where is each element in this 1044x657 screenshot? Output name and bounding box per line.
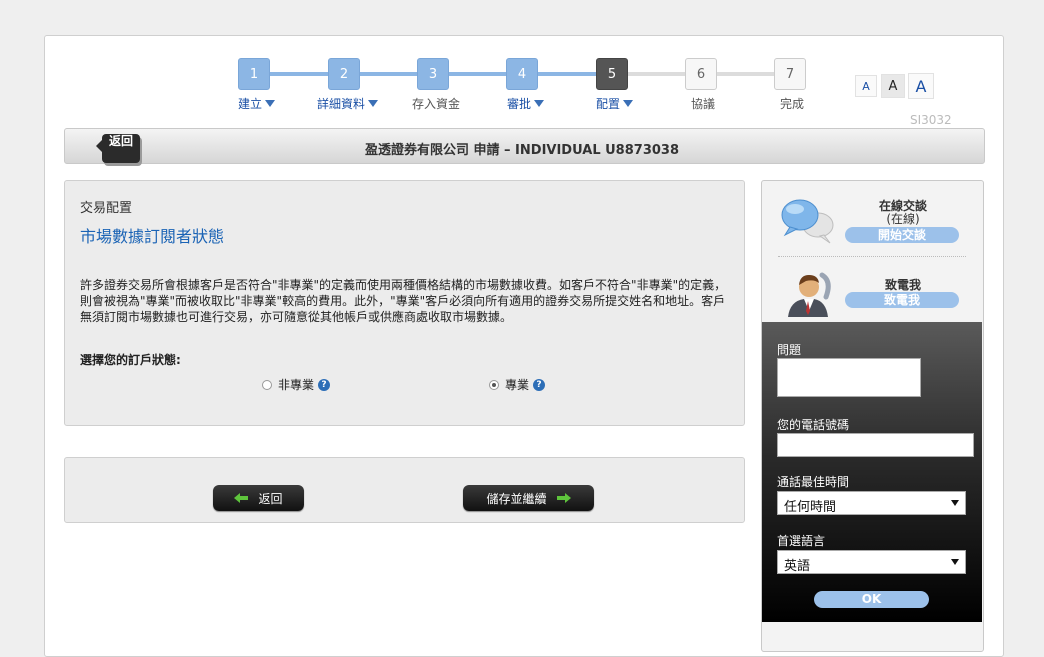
language-select-value: 英語 xyxy=(784,559,811,574)
font-size-small-button[interactable]: A xyxy=(855,75,877,97)
step-1-link[interactable]: 建立 xyxy=(238,95,276,112)
section-title: 市場數據訂閱者狀態 xyxy=(80,227,225,246)
step-4-label: 審批 xyxy=(507,97,532,111)
chevron-down-icon xyxy=(368,100,379,107)
time-select[interactable]: 任何時間 xyxy=(777,491,966,515)
description-text: 許多證券交易所會根據客戶是否符合"非專業"的定義而使用兩種價格結構的市場數據收費… xyxy=(80,278,727,324)
help-icon[interactable]: ? xyxy=(318,378,331,391)
option-professional[interactable]: 專業 ? xyxy=(489,376,546,393)
ok-button[interactable]: OK xyxy=(814,591,929,608)
choose-status-label: 選擇您的訂戶狀態: xyxy=(80,353,181,367)
step-7-label: 完成 xyxy=(780,97,805,111)
back-button-label: 返回 xyxy=(258,491,283,506)
question-label: 問題 xyxy=(777,343,802,357)
page-code: SI3032 xyxy=(910,113,952,127)
actions-box xyxy=(64,457,745,523)
step-5-link[interactable]: 配置 xyxy=(596,95,634,112)
step-1-label: 建立 xyxy=(238,97,263,111)
chevron-down-icon xyxy=(265,100,276,107)
sidebar-divider xyxy=(778,256,966,257)
step-6-box: 6 xyxy=(685,58,717,90)
step-3-label: 存入資金 xyxy=(412,97,461,111)
language-select[interactable]: 英語 xyxy=(777,550,966,574)
chevron-down-icon xyxy=(534,100,545,107)
step-5-label: 配置 xyxy=(596,97,621,111)
time-select-value: 任何時間 xyxy=(784,500,837,515)
dropdown-arrow-icon xyxy=(951,559,959,565)
chat-status: (在線) xyxy=(886,212,920,226)
option-label: 非專業 xyxy=(278,378,315,392)
start-chat-button[interactable]: 開始交談 xyxy=(845,227,959,243)
step-4-box[interactable]: 4 xyxy=(506,58,538,90)
step-2-label: 詳細資料 xyxy=(317,97,366,111)
step-2-link[interactable]: 詳細資料 xyxy=(317,95,379,112)
step-5-box[interactable]: 5 xyxy=(596,58,628,90)
step-7-box: 7 xyxy=(774,58,806,90)
help-icon[interactable]: ? xyxy=(533,378,546,391)
phone-input[interactable] xyxy=(777,433,974,457)
step-2-box[interactable]: 2 xyxy=(328,58,360,90)
option-non-professional[interactable]: 非專業 ? xyxy=(262,376,331,393)
phone-label: 您的電話號碼 xyxy=(777,418,850,432)
step-4-link[interactable]: 審批 xyxy=(507,95,545,112)
call-me-button[interactable]: 致電我 xyxy=(845,292,959,308)
time-label: 通話最佳時間 xyxy=(777,475,850,489)
radio-professional[interactable] xyxy=(489,379,499,390)
chat-bubbles-icon xyxy=(781,199,834,244)
option-label: 專業 xyxy=(505,378,530,392)
step-3-box: 3 xyxy=(417,58,449,90)
dropdown-arrow-icon xyxy=(951,500,959,506)
question-textarea[interactable] xyxy=(777,358,921,397)
font-size-medium-button[interactable]: A xyxy=(881,74,905,98)
chevron-down-icon xyxy=(623,100,634,107)
arrow-right-icon xyxy=(556,493,571,503)
back-button[interactable]: 返回 xyxy=(213,485,304,511)
phone-agent-icon xyxy=(788,272,831,317)
save-continue-button[interactable]: 儲存並繼續 xyxy=(463,485,594,511)
step-6-label: 協議 xyxy=(691,97,716,111)
step-1-box[interactable]: 1 xyxy=(238,58,270,90)
arrow-left-icon xyxy=(234,493,249,503)
call-me-title: 致電我 xyxy=(884,278,921,292)
save-continue-label: 儲存並繼續 xyxy=(486,491,547,506)
language-label: 首選語言 xyxy=(777,534,826,548)
radio-non-professional[interactable] xyxy=(262,379,272,390)
section-label: 交易配置 xyxy=(80,201,133,216)
font-size-large-button[interactable]: A xyxy=(908,73,934,99)
page-title: 盈透證券有限公司 申請 – INDIVIDUAL U8873038 xyxy=(364,143,679,158)
